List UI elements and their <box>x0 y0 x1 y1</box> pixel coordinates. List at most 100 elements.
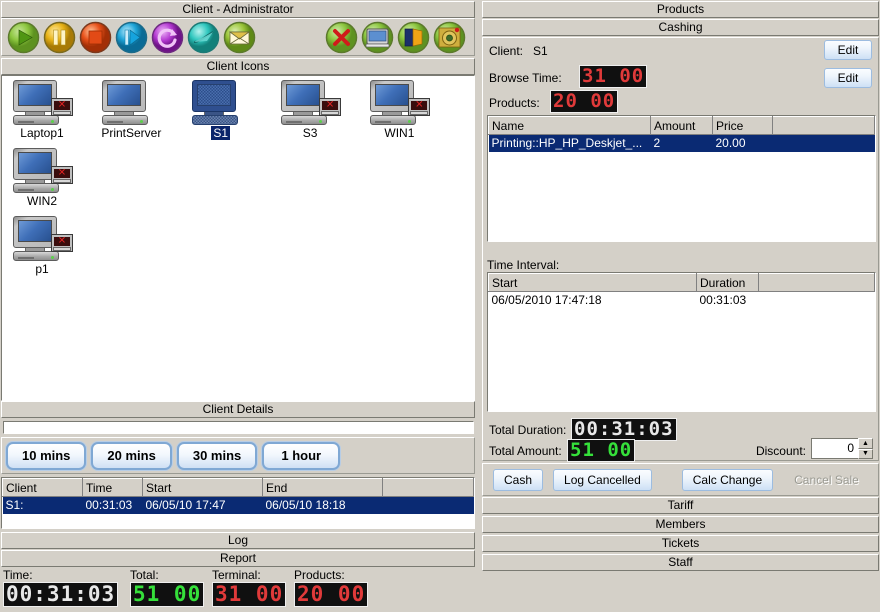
total-amount-label: Total Amount: <box>489 444 562 458</box>
tab-members[interactable]: Members <box>482 516 879 533</box>
client-icon-win2[interactable]: WIN2 <box>8 148 76 208</box>
application-window: Client - Administrator <box>0 0 880 612</box>
quick-10mins-button[interactable]: 10 mins <box>6 442 86 470</box>
table-row[interactable]: S1: 00:31:03 06/05/10 17:47 06/05/10 18:… <box>3 497 474 514</box>
status-time-value: 00:31:03 <box>3 582 118 607</box>
client-icon-printserver[interactable]: PrintServer <box>97 80 165 140</box>
discount-stepper[interactable]: 0 ▲ ▼ <box>811 438 873 459</box>
column-header-start[interactable]: Start <box>489 274 697 292</box>
mail-icon[interactable] <box>223 21 256 54</box>
discount-input[interactable]: 0 <box>811 438 858 459</box>
quick-1hour-button[interactable]: 1 hour <box>262 442 340 470</box>
table-row[interactable]: 06/05/2010 17:47:18 00:31:03 <box>489 292 875 309</box>
client-icon-s1[interactable]: S1 <box>187 80 255 140</box>
cashing-tab[interactable]: Cashing <box>482 19 879 36</box>
status-products-label: Products: <box>294 568 368 582</box>
calc-change-button[interactable]: Calc Change <box>682 469 773 491</box>
column-header-end[interactable]: End <box>263 479 383 497</box>
client-icon-s3[interactable]: S3 <box>276 80 344 140</box>
table-header-row: Start Duration <box>489 274 875 292</box>
cancel-icon[interactable] <box>325 21 358 54</box>
refresh-icon[interactable] <box>151 21 184 54</box>
products-table[interactable]: Name Amount Price Printing::HP_HP_Deskje… <box>487 115 876 242</box>
client-icon-laptop1[interactable]: Laptop1 <box>8 80 76 140</box>
products-panel: Products Cashing Client: S1 Edit Browse … <box>481 0 880 612</box>
column-header-client[interactable]: Client <box>3 479 83 497</box>
tab-tickets[interactable]: Tickets <box>482 535 879 552</box>
column-header-extra[interactable] <box>383 479 474 497</box>
table-header-row: Client Time Start End <box>3 479 474 497</box>
cell-start: 06/05/10 17:47 <box>143 497 263 514</box>
quick-time-buttons: 10 mins 20 mins 30 mins 1 hour <box>1 437 475 474</box>
client-icon-p1[interactable]: p1 <box>8 216 76 276</box>
start-icon[interactable] <box>7 21 40 54</box>
column-header-price[interactable]: Price <box>713 117 773 135</box>
quick-20mins-button[interactable]: 20 mins <box>91 442 171 470</box>
column-header-duration[interactable]: Duration <box>697 274 759 292</box>
computer-icon <box>8 148 76 194</box>
client-details-table[interactable]: Client Time Start End S1: 00:31:03 06/05… <box>1 477 475 529</box>
cell-product-extra <box>773 135 875 152</box>
products-title: Products <box>482 1 879 18</box>
quick-30mins-button[interactable]: 30 mins <box>177 442 257 470</box>
window-title: Client - Administrator <box>1 1 475 18</box>
column-header-extra[interactable] <box>773 117 875 135</box>
cancel-sale-button: Cancel Sale <box>783 469 870 491</box>
exit-icon[interactable] <box>397 21 430 54</box>
discount-arrows: ▲ ▼ <box>858 438 873 459</box>
cell-client: S1: <box>3 497 83 514</box>
client-icon-label: WIN1 <box>382 126 416 140</box>
status-products-value: 20 00 <box>294 582 368 607</box>
log-tab[interactable]: Log <box>1 532 475 549</box>
edit-browse-time-button[interactable]: Edit <box>824 68 872 88</box>
cashing-client-label: Client: <box>489 44 523 58</box>
tab-tariff[interactable]: Tariff <box>482 497 879 514</box>
spinner-down-icon[interactable]: ▼ <box>858 449 873 460</box>
cell-time: 00:31:03 <box>83 497 143 514</box>
computer-icon <box>365 80 433 126</box>
cashing-action-bar: Cash Log Cancelled Calc Change Cancel Sa… <box>482 463 879 496</box>
cash-button[interactable]: Cash <box>493 469 543 491</box>
status-bar: Time: 00:31:03 Total: 51 00 Terminal: 31… <box>0 568 477 612</box>
cashing-products-label: Products: <box>489 96 540 110</box>
cell-product-name: Printing::HP_HP_Deskjet_... <box>489 135 651 152</box>
chat-icon[interactable] <box>187 21 220 54</box>
column-header-amount[interactable]: Amount <box>651 117 713 135</box>
resume-icon[interactable] <box>115 21 148 54</box>
spinner-up-icon[interactable]: ▲ <box>858 438 873 449</box>
tab-staff[interactable]: Staff <box>482 554 879 571</box>
stop-icon[interactable] <box>79 21 112 54</box>
client-icon-label: p1 <box>33 262 50 276</box>
toolbar-right-group <box>325 21 474 54</box>
monitor-icon[interactable] <box>361 21 394 54</box>
computer-icon <box>8 216 76 262</box>
time-interval-table[interactable]: Start Duration 06/05/2010 17:47:18 00:31… <box>487 272 876 412</box>
edit-client-button[interactable]: Edit <box>824 40 872 60</box>
computer-icon <box>187 80 255 126</box>
client-progress-wrap <box>3 421 474 434</box>
column-header-start[interactable]: Start <box>143 479 263 497</box>
cell-product-price: 20.00 <box>713 135 773 152</box>
client-icon-label: PrintServer <box>99 126 163 140</box>
settings-icon[interactable] <box>433 21 466 54</box>
client-icon-grid: Laptop1 PrintServer S1 <box>2 76 474 284</box>
cell-interval-duration: 00:31:03 <box>697 292 759 309</box>
client-details-title: Client Details <box>1 401 475 418</box>
computer-icon <box>97 80 165 126</box>
column-header-time[interactable]: Time <box>83 479 143 497</box>
client-icon-label: Laptop1 <box>18 126 65 140</box>
client-icon-win1[interactable]: WIN1 <box>365 80 433 140</box>
status-total-value: 51 00 <box>130 582 204 607</box>
total-amount-value: 51 00 <box>567 439 635 462</box>
report-tab[interactable]: Report <box>1 550 475 567</box>
pause-icon[interactable] <box>43 21 76 54</box>
column-header-name[interactable]: Name <box>489 117 651 135</box>
status-terminal-label: Terminal: <box>212 568 286 582</box>
status-total: Total: 51 00 <box>130 568 204 607</box>
column-header-extra[interactable] <box>759 274 875 292</box>
cashing-body: Client: S1 Edit Browse Time: 31 00 Edit … <box>482 37 879 461</box>
status-terminal: Terminal: 31 00 <box>212 568 286 607</box>
client-icons-area[interactable]: Laptop1 PrintServer S1 <box>1 75 475 401</box>
table-row[interactable]: Printing::HP_HP_Deskjet_... 2 20.00 <box>489 135 875 152</box>
log-cancelled-button[interactable]: Log Cancelled <box>553 469 652 491</box>
